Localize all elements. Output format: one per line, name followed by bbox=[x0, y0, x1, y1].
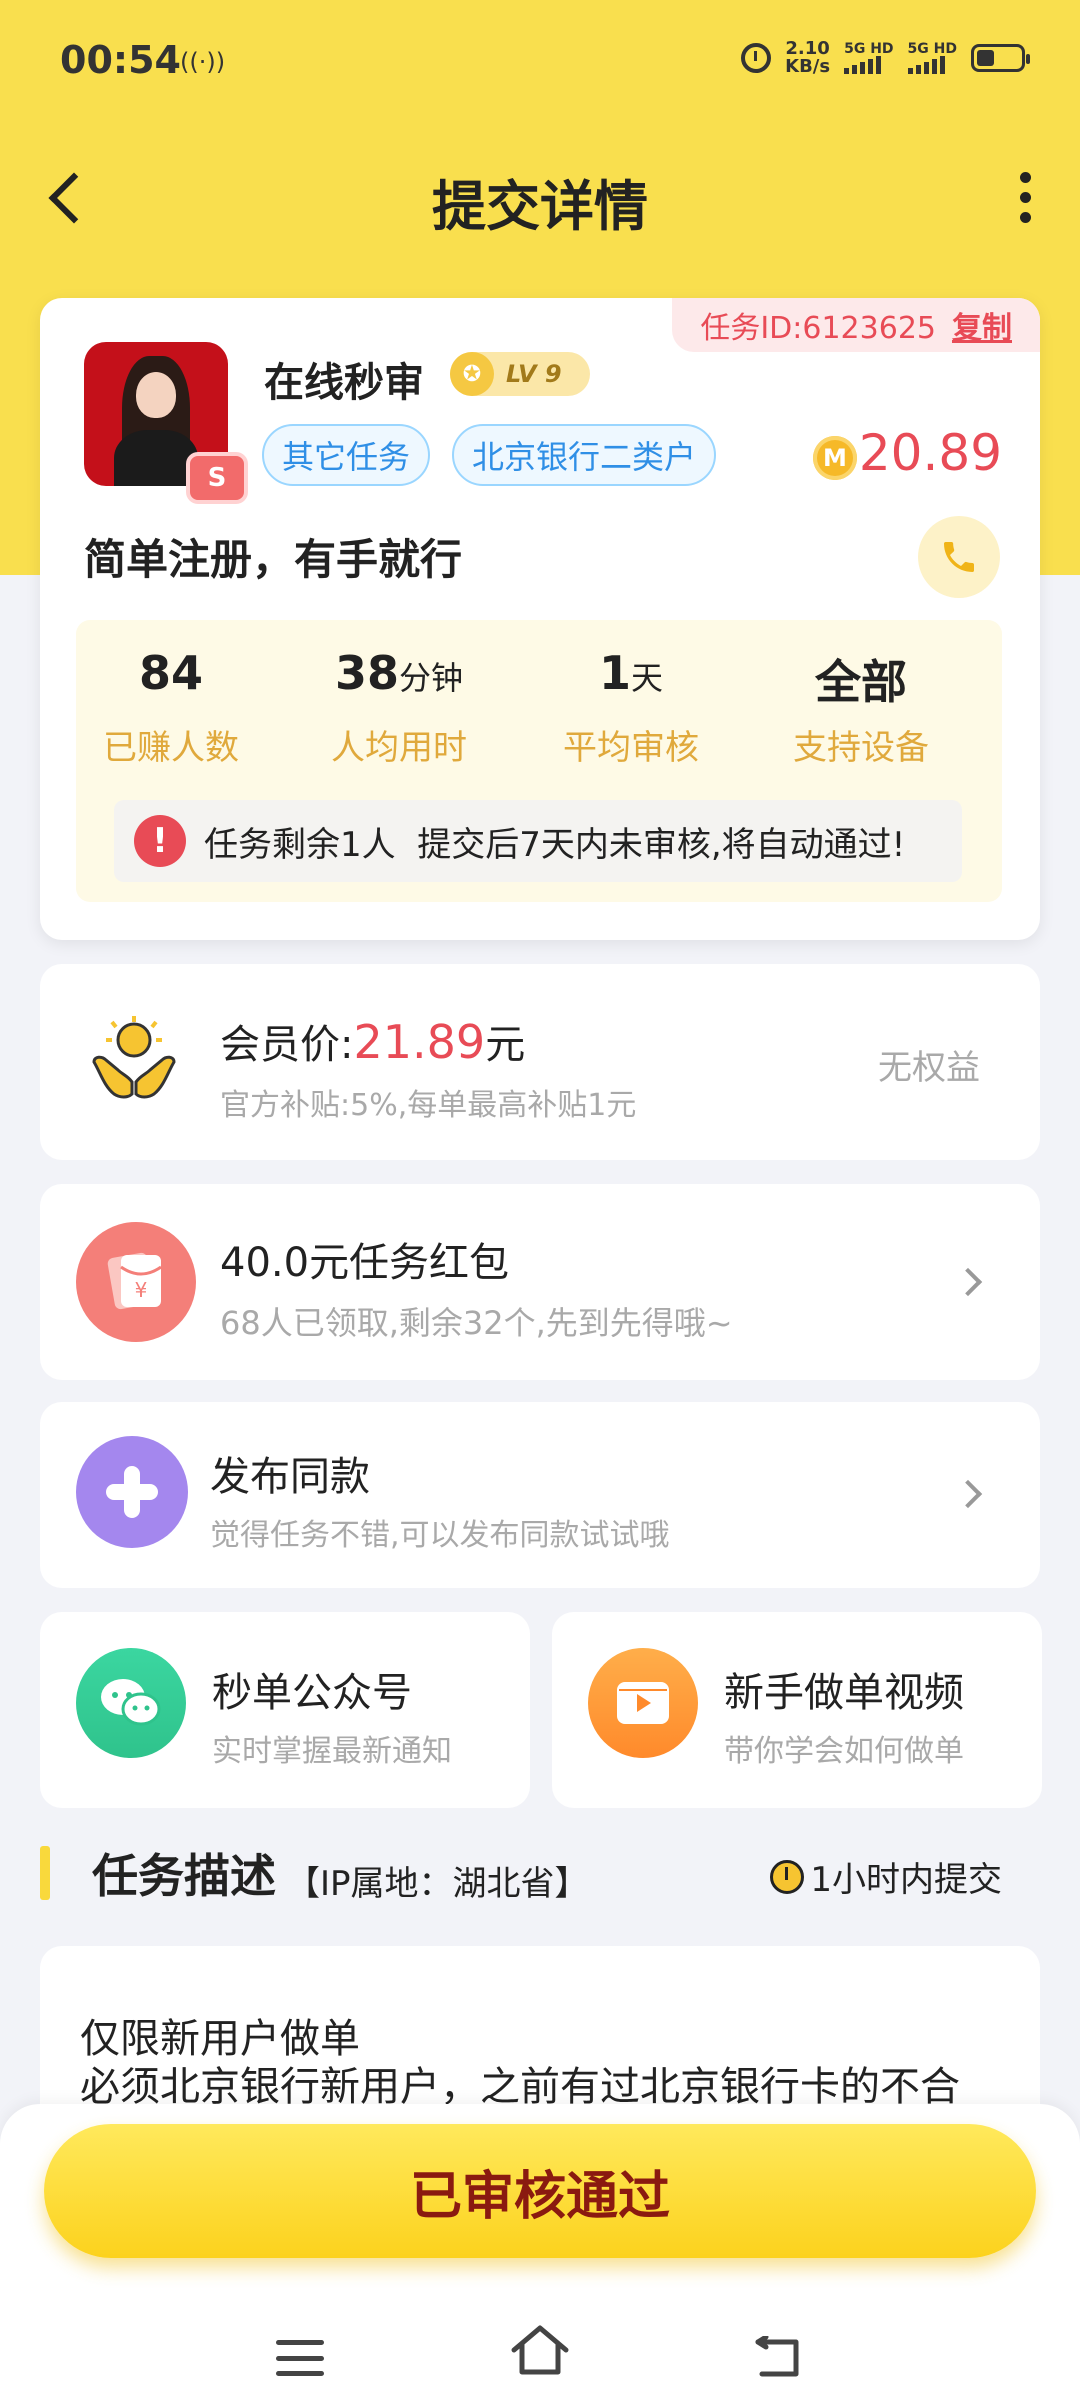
page-title: 提交详情 bbox=[432, 175, 648, 238]
tutorial-video-card[interactable]: 新手做单视频 带你学会如何做单 bbox=[552, 1612, 1042, 1808]
clock-icon bbox=[770, 1859, 805, 1894]
ip-location: 【IP属地：湖北省】 bbox=[286, 1864, 589, 1904]
task-stats: 84 已赚人数 38分钟 人均用时 1天 平均审核 全部 支持设备 ! 任务剩余… bbox=[76, 620, 1002, 902]
red-packet-title: 40.0元任务红包 bbox=[220, 1240, 510, 1286]
stat-earned-count: 84 已赚人数 bbox=[103, 646, 239, 768]
status-bar: 00:54 ((·)) 2.10 KB/s 5G HD 5G HD bbox=[0, 0, 1080, 130]
stat-avg-time: 38分钟 人均用时 bbox=[331, 646, 467, 768]
medal-icon: ✪ bbox=[450, 352, 494, 396]
member-price-card[interactable]: 会员价:21.89元 官方补贴:5%,每单最高补贴1元 无权益 bbox=[40, 964, 1040, 1160]
member-benefit-status: 无权益 bbox=[878, 1048, 980, 1088]
svg-text:¥: ¥ bbox=[135, 1278, 148, 1302]
stat-devices: 全部 支持设备 bbox=[793, 655, 929, 768]
publisher-level-badge: ✪ LV 9 bbox=[450, 352, 590, 396]
red-packet-icon: ¥ bbox=[76, 1222, 196, 1342]
publish-same-title: 发布同款 bbox=[210, 1454, 370, 1500]
task-card: 任务ID:6123625 复制 S 在线秒审 ✪ LV 9 其它任务 北京银行二… bbox=[40, 298, 1040, 940]
sim1-signal-icon: 5G HD bbox=[844, 42, 894, 74]
task-id: 任务ID:6123625 bbox=[700, 311, 936, 346]
publisher-rank-badge: S bbox=[186, 452, 248, 504]
battery-icon bbox=[971, 44, 1030, 72]
hands-coin-icon bbox=[92, 1016, 176, 1099]
status-time: 00:54 bbox=[60, 38, 181, 82]
menu-nav-icon[interactable] bbox=[276, 2340, 324, 2376]
publish-same-card[interactable]: 发布同款 觉得任务不错,可以发布同款试试哦 bbox=[40, 1402, 1040, 1588]
official-account-title: 秒单公众号 bbox=[212, 1670, 412, 1716]
more-menu-button[interactable] bbox=[1000, 162, 1050, 232]
tutorial-video-title: 新手做单视频 bbox=[724, 1670, 964, 1716]
net-speed: 2.10 KB/s bbox=[785, 38, 831, 77]
task-bank-tag: 北京银行二类户 bbox=[452, 424, 717, 486]
status-icons: 2.10 KB/s 5G HD 5G HD bbox=[741, 38, 1030, 77]
task-reward: 20.89 bbox=[858, 424, 1002, 482]
bottom-panel: 已审核通过 bbox=[0, 2104, 1080, 2408]
wechat-icon bbox=[76, 1648, 186, 1758]
back-nav-icon[interactable] bbox=[752, 2336, 802, 2380]
review-status-button[interactable]: 已审核通过 bbox=[44, 2124, 1036, 2258]
member-price-label: 会员价:21.89元 bbox=[220, 1015, 526, 1069]
task-notice: ! 任务剩余1人 提交后7天内未审核,将自动通过! bbox=[114, 800, 962, 882]
copy-task-id-button[interactable]: 复制 bbox=[952, 303, 1012, 347]
task-title: 简单注册，有手就行 bbox=[84, 535, 463, 584]
alarm-icon bbox=[741, 43, 772, 73]
publish-same-sub: 觉得任务不错,可以发布同款试试哦 bbox=[210, 1518, 670, 1553]
plus-icon bbox=[76, 1436, 188, 1548]
submit-deadline: 1小时内提交 bbox=[770, 1852, 1002, 1901]
section-accent-bar bbox=[40, 1846, 50, 1900]
section-title: 任务描述 bbox=[92, 1849, 276, 1903]
warning-icon: ! bbox=[134, 815, 186, 867]
red-packet-card[interactable]: ¥ 40.0元任务红包 68人已领取,剩余32个,先到先得哦~ bbox=[40, 1184, 1040, 1380]
video-icon bbox=[588, 1648, 698, 1758]
task-id-tag: 任务ID:6123625 复制 bbox=[672, 298, 1040, 352]
member-price: 21.89 bbox=[353, 1015, 486, 1069]
chevron-right-icon bbox=[953, 1267, 983, 1297]
hotspot-icon: ((·)) bbox=[180, 48, 226, 76]
stat-avg-review: 1天 平均审核 bbox=[563, 646, 699, 768]
phone-call-button[interactable] bbox=[918, 516, 1000, 598]
member-subsidy: 官方补贴:5%,每单最高补贴1元 bbox=[220, 1088, 637, 1123]
app-header: 提交详情 bbox=[0, 140, 1080, 250]
publisher-name: 在线秒审 bbox=[264, 360, 424, 406]
tutorial-video-sub: 带你学会如何做单 bbox=[724, 1734, 964, 1769]
task-category-tag: 其它任务 bbox=[262, 424, 431, 486]
phone-icon bbox=[944, 542, 974, 572]
red-packet-sub: 68人已领取,剩余32个,先到先得哦~ bbox=[220, 1304, 733, 1342]
home-nav-icon[interactable] bbox=[508, 2320, 572, 2380]
official-account-card[interactable]: 秒单公众号 实时掌握最新通知 bbox=[40, 1612, 530, 1808]
chevron-right-icon bbox=[953, 1479, 983, 1509]
coin-icon: M bbox=[813, 436, 857, 480]
official-account-sub: 实时掌握最新通知 bbox=[212, 1734, 452, 1769]
notice-text: 任务剩余1人 提交后7天内未审核,将自动通过! bbox=[204, 824, 906, 865]
sim2-signal-icon: 5G HD bbox=[907, 42, 957, 74]
